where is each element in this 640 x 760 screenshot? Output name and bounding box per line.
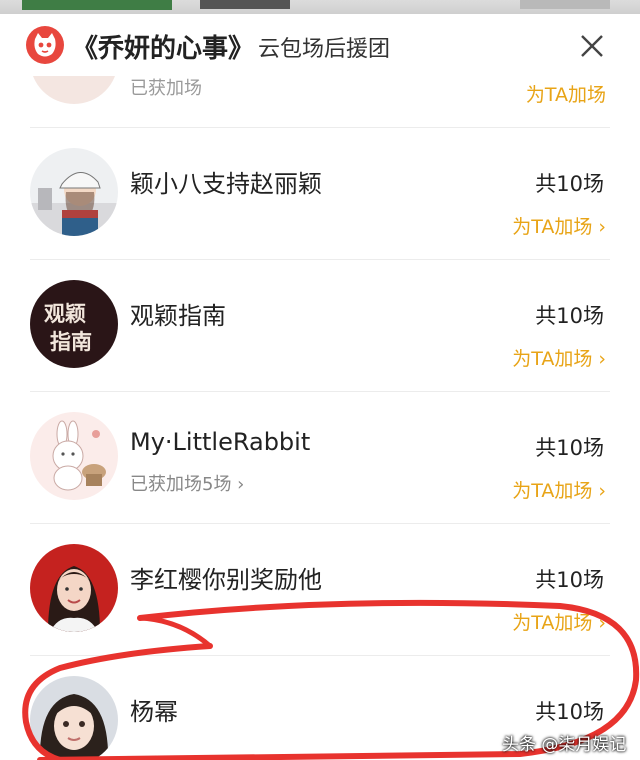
list-item[interactable]: 颖小八支持赵丽颖 共10场 为TA加场 › <box>0 128 640 260</box>
cat-logo-icon <box>26 26 64 64</box>
earned-label: 已获加场 <box>130 78 202 99</box>
support-group-list: 已获加场 为TA加场 颖小八支持赵丽颖 共10场 为TA加场 › 观颖 指南 观… <box>0 76 640 760</box>
watermark: 头条 @柒月娱记 <box>502 735 627 755</box>
add-show-button[interactable]: 为TA加场 › <box>512 344 606 371</box>
list-item[interactable]: My·LittleRabbit 已获加场5场 › 共10场 为TA加场 › <box>0 392 640 524</box>
sheet-subtitle: 云包场后援团 <box>258 37 391 62</box>
support-group-sheet: 《乔妍的心事》 云包场后援团 已获加场 为TA加场 颖小八支持赵丽颖 共10场 … <box>0 14 640 760</box>
show-count: 共10场 <box>535 568 604 592</box>
group-name: 观颖指南 <box>130 302 226 330</box>
avatar-text-logo-icon: 观颖 指南 <box>30 280 118 368</box>
background-app-strip <box>0 0 640 14</box>
group-name: 杨幂 <box>130 698 178 726</box>
avatar-photo-woman-icon <box>30 544 118 632</box>
close-button[interactable] <box>574 28 610 64</box>
avatar-text-top: 观颖 <box>44 301 86 326</box>
avatar-photo-child-icon <box>30 676 118 760</box>
sheet-header: 《乔妍的心事》 云包场后援团 <box>0 14 640 76</box>
add-show-button[interactable]: 为TA加场 › <box>512 608 606 635</box>
show-count: 共10场 <box>535 700 604 724</box>
avatar <box>30 76 118 104</box>
add-show-button[interactable]: 为TA加场 › <box>512 212 606 239</box>
avatar-text-bottom: 指南 <box>50 329 92 354</box>
avatar-rabbit-icon <box>30 412 118 500</box>
add-show-button[interactable]: 为TA加场 <box>526 80 606 107</box>
list-item-partial[interactable]: 已获加场 为TA加场 <box>0 76 640 128</box>
group-name: 李红樱你别奖励他 <box>130 566 322 594</box>
sheet-title: 《乔妍的心事》 <box>72 34 255 64</box>
list-item[interactable]: 观颖 指南 观颖指南 共10场 为TA加场 › <box>0 260 640 392</box>
group-name: 颖小八支持赵丽颖 <box>130 170 322 198</box>
avatar-cartoon-girl-icon <box>30 148 118 236</box>
show-count: 共10场 <box>535 436 604 460</box>
group-name: My·LittleRabbit <box>130 428 311 456</box>
close-icon <box>581 35 603 57</box>
add-show-button[interactable]: 为TA加场 › <box>512 476 606 503</box>
list-item[interactable]: 李红樱你别奖励他 共10场 为TA加场 › <box>0 524 640 656</box>
show-count: 共10场 <box>535 304 604 328</box>
earned-label[interactable]: 已获加场5场 › <box>130 470 244 496</box>
show-count: 共10场 <box>535 172 604 196</box>
